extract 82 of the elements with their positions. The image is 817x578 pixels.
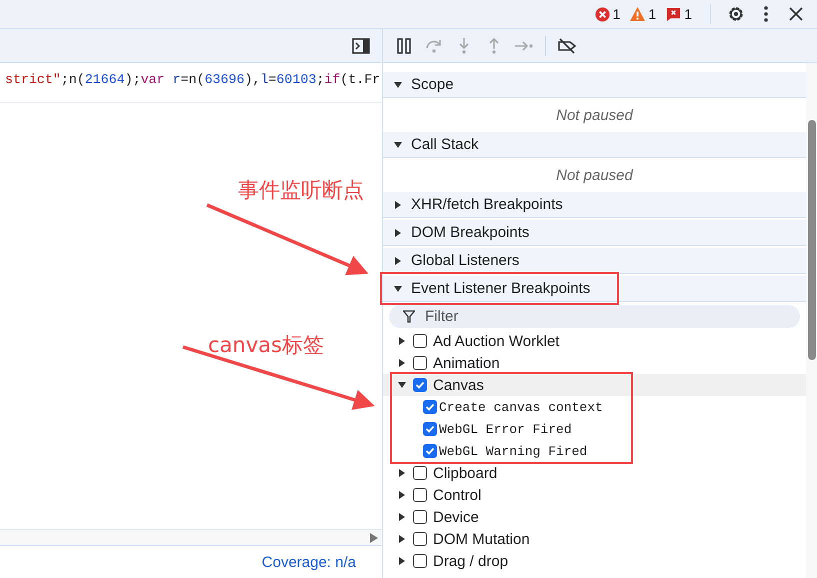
step-out-icon — [487, 36, 501, 54]
expanded-triangle-icon[interactable] — [393, 80, 403, 90]
section-header[interactable]: XHR/fetch Breakpoints — [383, 192, 806, 218]
category-row[interactable]: Canvas — [383, 374, 806, 396]
not-paused-message: Not paused — [556, 166, 633, 184]
section-title: Call Stack — [411, 136, 479, 153]
section-header[interactable]: Global Listeners — [383, 248, 806, 274]
error-icon — [594, 6, 610, 22]
section-header[interactable]: Call Stack — [383, 132, 806, 158]
checkbox[interactable] — [413, 532, 427, 546]
warning-icon — [630, 7, 646, 21]
collapsed-triangle-icon[interactable] — [393, 228, 403, 238]
counter-text: 1 — [648, 6, 656, 22]
pause-icon — [396, 38, 412, 54]
category-label: DOM Mutation — [433, 530, 530, 548]
section-header[interactable]: DOM Breakpoints — [383, 220, 806, 246]
category-row[interactable]: Animation — [383, 352, 806, 374]
collapsed-triangle-icon[interactable] — [397, 490, 407, 500]
scroll-right-icon[interactable] — [370, 532, 378, 542]
category-label: Control — [433, 486, 482, 504]
collapsed-triangle-icon[interactable] — [397, 468, 407, 478]
category-label: Ad Auction Worklet — [433, 332, 560, 350]
filter-field[interactable]: Filter — [389, 305, 800, 328]
category-row[interactable]: DOM Mutation — [383, 528, 806, 550]
issue-flag-icon — [666, 6, 682, 22]
code-line: strict";n(21664);var r=n(63696),l=60103;if(t.Fr — [0, 63, 382, 103]
expanded-triangle-icon[interactable] — [393, 140, 403, 150]
category-label: Canvas — [433, 376, 484, 394]
annotation-text: 事件监听断点 — [238, 177, 364, 204]
deactivate-breakpoints-icon — [556, 38, 578, 54]
not-paused-message: Not paused — [556, 106, 633, 124]
category-row[interactable]: Clipboard — [383, 462, 806, 484]
category-row[interactable]: Control — [383, 484, 806, 506]
checkbox[interactable] — [423, 422, 437, 436]
collapsed-triangle-icon[interactable] — [397, 534, 407, 544]
sidebar-toggle-icon — [352, 38, 370, 54]
expanded-triangle-icon[interactable] — [397, 380, 407, 390]
checkbox[interactable] — [423, 400, 437, 414]
section-title: DOM Breakpoints — [411, 224, 530, 241]
checkbox[interactable] — [413, 356, 427, 370]
category-label: Animation — [433, 354, 500, 372]
checkbox[interactable] — [413, 554, 427, 568]
section-header[interactable]: Scope — [383, 72, 806, 98]
step-into-icon — [457, 36, 471, 54]
event-label: WebGL Error Fired — [439, 422, 572, 436]
checkbox[interactable] — [413, 488, 427, 502]
counter-text: 1 — [612, 6, 620, 22]
section-title: Scope — [411, 76, 454, 93]
vertical-scrollbar[interactable] — [806, 63, 817, 578]
category-label: Device — [433, 508, 479, 526]
event-label: WebGL Warning Fired — [439, 444, 588, 458]
checkbox[interactable] — [413, 378, 427, 392]
step-icon — [514, 40, 534, 52]
category-label: Drag / drop — [433, 552, 508, 570]
event-label: Create canvas context — [439, 400, 603, 414]
counter-text: 1 — [684, 6, 692, 22]
collapsed-triangle-icon[interactable] — [397, 336, 407, 346]
section-title: Event Listener Breakpoints — [411, 280, 590, 297]
filter-icon — [403, 310, 415, 323]
collapsed-triangle-icon[interactable] — [393, 256, 403, 266]
coverage-link[interactable]: Coverage: n/a — [262, 554, 356, 570]
collapsed-triangle-icon[interactable] — [397, 512, 407, 522]
checkbox[interactable] — [413, 466, 427, 480]
close-icon — [789, 7, 803, 21]
section-title: Global Listeners — [411, 252, 520, 269]
checkbox[interactable] — [423, 444, 437, 458]
horizontal-scrollbar[interactable] — [0, 529, 382, 545]
category-label: Clipboard — [433, 464, 498, 482]
category-row[interactable]: Drag / drop — [383, 550, 806, 572]
category-row[interactable]: Device — [383, 506, 806, 528]
collapsed-triangle-icon[interactable] — [397, 556, 407, 566]
checkbox[interactable] — [413, 510, 427, 524]
collapsed-triangle-icon[interactable] — [397, 358, 407, 368]
step-over-icon — [425, 38, 443, 54]
kebab-menu-icon — [763, 5, 769, 23]
section-header[interactable]: Event Listener Breakpoints — [383, 276, 806, 302]
annotation-text: canvas标签 — [208, 332, 324, 359]
category-row[interactable]: Ad Auction Worklet — [383, 330, 806, 352]
expanded-triangle-icon[interactable] — [393, 284, 403, 294]
collapsed-triangle-icon[interactable] — [393, 200, 403, 210]
checkbox[interactable] — [413, 334, 427, 348]
section-title: XHR/fetch Breakpoints — [411, 196, 563, 213]
